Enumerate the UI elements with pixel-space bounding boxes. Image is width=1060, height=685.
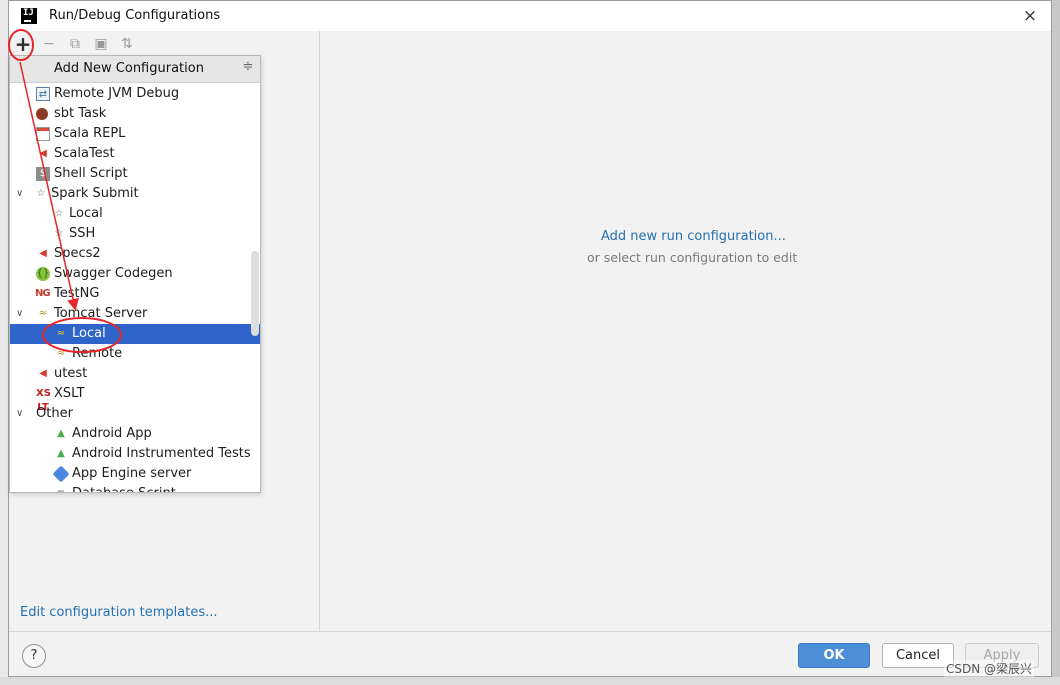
list-item-label: Android App (72, 426, 152, 441)
list-item-utest[interactable]: ◀ utest (10, 364, 260, 384)
list-item-label: TestNG (54, 286, 100, 301)
android-tests-icon: ▲ (57, 448, 65, 459)
list-item-app-engine-server[interactable]: App Engine server (10, 464, 260, 484)
add-new-run-configuration-link[interactable]: Add new run configuration... (601, 229, 786, 244)
popup-title: Add New Configuration (54, 61, 204, 76)
group-other[interactable]: ∨ Other (10, 404, 260, 424)
android-icon: ▲ (57, 428, 65, 439)
list-item-label: XSLT (54, 386, 85, 401)
list-item-xslt[interactable]: XS LT XSLT (10, 384, 260, 413)
utest-icon: ◀ (39, 368, 47, 379)
list-item-label: Scala REPL (54, 126, 126, 141)
chevron-down-icon[interactable]: ∨ (16, 404, 28, 424)
list-item-label: Database Script (72, 484, 176, 492)
list-item-label: Other (36, 406, 73, 421)
list-item-label: Remote JVM Debug (54, 86, 180, 101)
list-item-android-instrumented-tests[interactable]: ▲ Android Instrumented Tests (10, 444, 260, 464)
config-toolbar: + − ⧉ ▣ ⇅ (9, 31, 319, 56)
list-item-swagger-codegen[interactable]: {} Swagger Codegen (10, 264, 260, 284)
background-ide-bottom (0, 677, 1060, 685)
edit-configuration-templates-link[interactable]: Edit configuration templates... (20, 605, 218, 620)
background-ide-strip (0, 0, 8, 685)
spark-icon: ☆ (36, 188, 46, 199)
list-item-label: Spark Submit (51, 186, 139, 201)
list-item-label: Remote (72, 346, 123, 361)
list-item-remote-jvm-debug[interactable]: ⇄ Remote JVM Debug (10, 84, 260, 104)
add-configuration-button[interactable]: + (13, 34, 33, 54)
scala-repl-icon (36, 127, 50, 141)
list-item-testng[interactable]: NG TestNG (10, 284, 260, 304)
tomcat-remote-icon: ≈ (56, 348, 66, 359)
remote-jvm-debug-icon: ⇄ (36, 87, 50, 101)
copy-configuration-button[interactable]: ⧉ (65, 34, 85, 54)
list-item-scala-repl[interactable]: Scala REPL (10, 124, 260, 144)
database-script-icon: ≡ (54, 487, 68, 492)
spark-ssh-icon: ☆ (54, 228, 64, 239)
list-item-specs2[interactable]: ◀ Specs2 (10, 244, 260, 264)
move-into-folder-button[interactable]: ▣ (91, 34, 111, 54)
list-item-label: Local (69, 206, 103, 221)
list-item-label: Tomcat Server (54, 306, 148, 321)
xslt-icon: XS LT (36, 388, 51, 413)
list-item-label: App Engine server (72, 466, 192, 481)
list-item-label: Local (72, 326, 106, 341)
intellij-logo-icon: IJ (21, 8, 37, 24)
list-item-scalatest[interactable]: ◀ ScalaTest (10, 144, 260, 164)
group-tomcat-server[interactable]: ∨ ≈ Tomcat Server (10, 304, 260, 324)
help-button[interactable]: ? (22, 644, 46, 668)
tomcat-icon: ≈ (38, 308, 48, 319)
list-item-spark-local[interactable]: ☆ Local (10, 204, 260, 224)
list-item-tomcat-local[interactable]: ≈ Local (10, 324, 260, 344)
tomcat-local-icon: ≈ (56, 328, 66, 339)
list-item-shell-script[interactable]: $ Shell Script (10, 164, 260, 184)
chevron-down-icon[interactable]: ∨ (16, 304, 28, 324)
list-item-label: ScalaTest (54, 146, 115, 161)
add-new-configuration-popup: Add New Configuration ≑ ⇄ Remote JVM Deb… (9, 55, 261, 493)
watermark-text: CSDN @梁辰兴 (944, 660, 1035, 677)
list-item-tomcat-remote[interactable]: ≈ Remote (10, 344, 260, 364)
list-item-label: Android Instrumented Tests (72, 446, 251, 461)
testng-icon: NG (35, 288, 51, 299)
list-item-label: sbt Task (54, 106, 107, 121)
list-item-label: utest (54, 366, 88, 381)
chevron-down-icon[interactable]: ∨ (16, 184, 28, 204)
shell-script-icon: $ (36, 167, 50, 181)
list-item-label: Shell Script (54, 166, 128, 181)
select-configuration-hint: or select run configuration to edit (587, 250, 798, 265)
dialog-title: Run/Debug Configurations (49, 8, 221, 23)
close-button[interactable]: × (1019, 5, 1041, 27)
app-engine-icon (52, 465, 70, 483)
list-item-label: Specs2 (54, 246, 101, 261)
specs2-icon: ◀ (39, 248, 47, 259)
sort-configurations-button[interactable]: ⇅ (117, 34, 137, 54)
footer-divider (9, 631, 1051, 632)
list-item-spark-ssh[interactable]: ☆ SSH (10, 224, 260, 244)
swagger-icon: {} (36, 267, 50, 281)
group-spark-submit[interactable]: ∨ ☆ Spark Submit (10, 184, 260, 204)
list-item-label: Swagger Codegen (54, 266, 173, 281)
list-item-sbt-task[interactable]: sbt Task (10, 104, 260, 124)
sbt-icon (36, 108, 48, 120)
list-item-android-app[interactable]: ▲ Android App (10, 424, 260, 444)
collapse-all-icon[interactable]: ≑ (241, 59, 255, 77)
remove-configuration-button[interactable]: − (39, 34, 59, 54)
popup-scrollbar[interactable] (251, 251, 259, 336)
popup-header: Add New Configuration ≑ (10, 56, 260, 83)
spark-local-icon: ☆ (54, 208, 64, 219)
list-item-label: SSH (69, 226, 96, 241)
title-bar: IJ Run/Debug Configurations × (9, 1, 1051, 31)
ok-button[interactable]: OK (798, 643, 870, 668)
configuration-editor-panel: Add new run configuration... or select r… (320, 31, 1051, 631)
list-item-database-script[interactable]: ≡ Database Script (10, 484, 260, 492)
scalatest-icon: ◀ (39, 148, 47, 159)
